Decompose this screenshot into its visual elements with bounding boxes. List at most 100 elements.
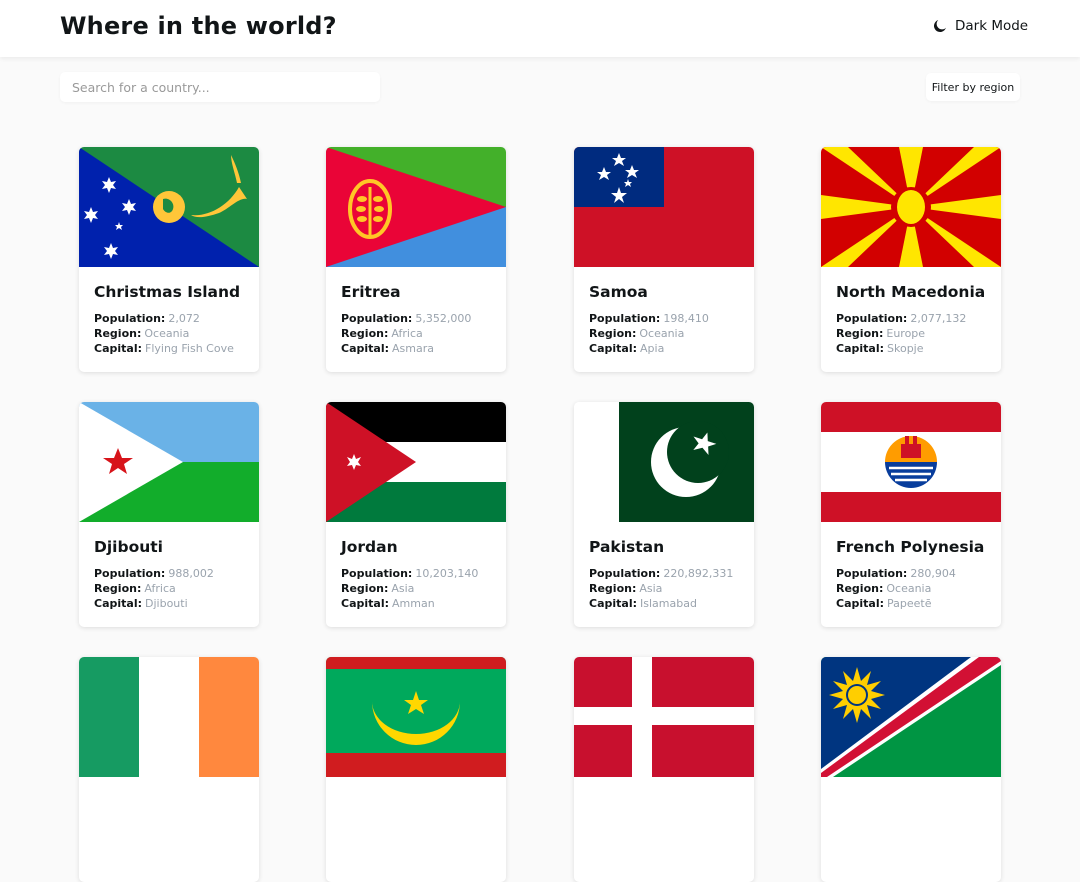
population-label: Population: <box>589 567 661 580</box>
region-row: Region: Oceania <box>836 581 986 596</box>
population-label: Population: <box>589 312 661 325</box>
capital-row: Capital: Skopje <box>836 341 986 356</box>
capital-value: Asmara <box>392 342 434 355</box>
region-label: Region: <box>94 582 142 595</box>
population-value: 198,410 <box>663 312 709 325</box>
country-card-denmark[interactable] <box>574 657 754 882</box>
region-value: Oceania <box>144 327 190 340</box>
ireland-flag <box>79 657 259 777</box>
jordan-flag <box>326 402 506 522</box>
population-row: Population: 220,892,331 <box>589 566 739 581</box>
country-name: French Polynesia <box>836 538 985 556</box>
population-row: Population: 988,002 <box>94 566 244 581</box>
country-card-samoa[interactable]: Samoa Population: 198,410 Region: Oceania … <box>574 147 754 372</box>
header: Where in the world? Dark Mode <box>0 0 1080 57</box>
country-card-namibia[interactable] <box>821 657 1001 882</box>
country-name: Jordan <box>341 538 398 556</box>
population-label: Population: <box>836 312 908 325</box>
pakistan-flag <box>574 402 754 522</box>
region-value: Oceania <box>639 327 685 340</box>
region-value: Africa <box>391 327 423 340</box>
region-label: Region: <box>94 327 142 340</box>
population-label: Population: <box>94 567 166 580</box>
population-value: 5,352,000 <box>415 312 472 325</box>
region-row: Region: Africa <box>341 326 491 341</box>
region-row: Region: Europe <box>836 326 986 341</box>
country-card-french-polynesia[interactable]: French Polynesia Population: 280,904 Regi… <box>821 402 1001 627</box>
population-row: Population: 5,352,000 <box>341 311 491 326</box>
search-box[interactable] <box>60 72 380 102</box>
population-label: Population: <box>341 567 413 580</box>
country-card-north-macedonia[interactable]: North Macedonia Population: 2,077,132 Reg… <box>821 147 1001 372</box>
population-row: Population: 2,072 <box>94 311 244 326</box>
region-value: Africa <box>144 582 176 595</box>
capital-row: Capital: Amman <box>341 596 491 611</box>
region-label: Region: <box>341 327 389 340</box>
region-value: Europe <box>886 327 926 340</box>
region-label: Region: <box>589 327 637 340</box>
mauritania-flag <box>326 657 506 777</box>
population-label: Population: <box>836 567 908 580</box>
region-row: Region: Asia <box>341 581 491 596</box>
capital-label: Capital: <box>94 597 142 610</box>
population-value: 220,892,331 <box>663 567 734 580</box>
population-row: Population: 2,077,132 <box>836 311 986 326</box>
capital-value: Amman <box>392 597 435 610</box>
country-name: Christmas Island <box>94 283 241 301</box>
region-label: Region: <box>341 582 389 595</box>
samoa-flag <box>574 147 754 267</box>
capital-label: Capital: <box>341 342 389 355</box>
djibouti-flag <box>79 402 259 522</box>
population-row: Population: 198,410 <box>589 311 739 326</box>
country-card-eritrea[interactable]: Eritrea Population: 5,352,000 Region: Afri… <box>326 147 506 372</box>
country-card-djibouti[interactable]: Djibouti Population: 988,002 Region: Afric… <box>79 402 259 627</box>
capital-row: Capital: Papeetē <box>836 596 986 611</box>
capital-value: Skopje <box>887 342 924 355</box>
denmark-flag <box>574 657 754 777</box>
capital-value: Djibouti <box>145 597 188 610</box>
capital-value: Apia <box>640 342 665 355</box>
region-row: Region: Asia <box>589 581 739 596</box>
capital-value: Islamabad <box>640 597 697 610</box>
region-value: Oceania <box>886 582 932 595</box>
capital-value: Flying Fish Cove <box>145 342 234 355</box>
country-card-jordan[interactable]: Jordan Population: 10,203,140 Region: Asia… <box>326 402 506 627</box>
namibia-flag <box>821 657 1001 777</box>
capital-row: Capital: Islamabad <box>589 596 739 611</box>
region-label: Region: <box>589 582 637 595</box>
filter-by-region-dropdown[interactable]: Filter by region <box>926 73 1020 101</box>
dark-mode-label: Dark Mode <box>955 18 1029 34</box>
region-label: Region: <box>836 327 884 340</box>
capital-label: Capital: <box>341 597 389 610</box>
capital-row: Capital: Djibouti <box>94 596 244 611</box>
country-name: Pakistan <box>589 538 665 556</box>
region-value: Asia <box>639 582 663 595</box>
capital-label: Capital: <box>589 597 637 610</box>
country-card-christmas-island[interactable]: Christmas Island Population: 2,072 Region… <box>79 147 259 372</box>
population-value: 10,203,140 <box>415 567 479 580</box>
population-value: 2,072 <box>168 312 200 325</box>
population-value: 280,904 <box>910 567 956 580</box>
country-card-mauritania[interactable] <box>326 657 506 882</box>
country-name: Djibouti <box>94 538 163 556</box>
capital-row: Capital: Flying Fish Cove <box>94 341 244 356</box>
region-label: Region: <box>836 582 884 595</box>
region-row: Region: Africa <box>94 581 244 596</box>
country-card-pakistan[interactable]: Pakistan Population: 220,892,331 Region: A… <box>574 402 754 627</box>
capital-label: Capital: <box>589 342 637 355</box>
search-input[interactable] <box>72 79 380 95</box>
capital-label: Capital: <box>836 597 884 610</box>
country-card-ireland[interactable] <box>79 657 259 882</box>
dark-mode-toggle[interactable]: Dark Mode <box>933 18 1028 34</box>
capital-label: Capital: <box>836 342 884 355</box>
site-title: Where in the world? <box>60 12 337 40</box>
population-value: 2,077,132 <box>910 312 967 325</box>
country-name: Samoa <box>589 283 648 301</box>
capital-value: Papeetē <box>887 597 932 610</box>
region-row: Region: Oceania <box>94 326 244 341</box>
population-label: Population: <box>94 312 166 325</box>
eritrea-flag <box>326 147 506 267</box>
population-value: 988,002 <box>168 567 214 580</box>
population-label: Population: <box>341 312 413 325</box>
french-polynesia-flag <box>821 402 1001 522</box>
